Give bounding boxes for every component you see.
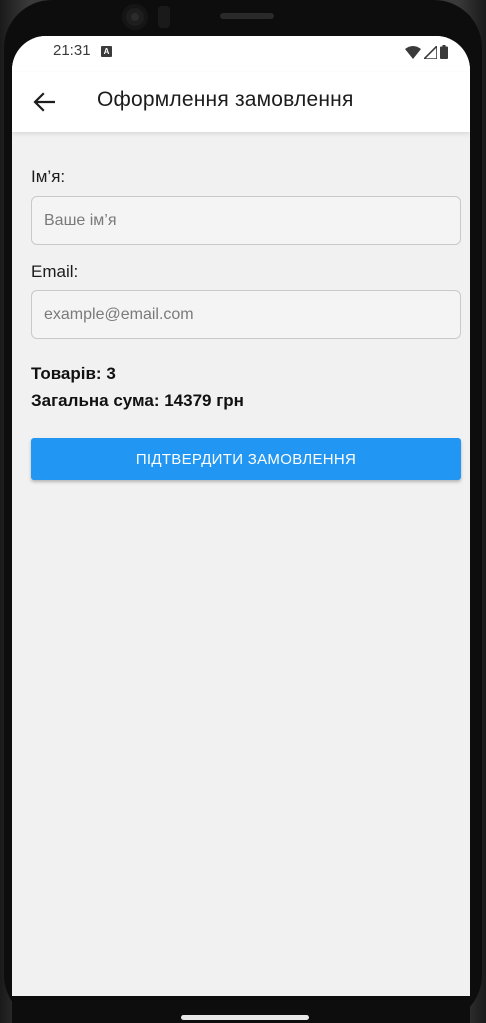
status-icons — [405, 44, 448, 60]
arrow-left-icon — [33, 92, 55, 112]
a-letter-icon: A — [101, 46, 112, 57]
device-frame: 21:31 A Оформлення замовлення Ім’я: Ваше… — [0, 0, 486, 1023]
total-sum: Загальна сума: 14379 грн — [31, 391, 244, 410]
email-label: Email: — [31, 262, 79, 281]
page-title: Оформлення замовлення — [97, 88, 354, 111]
sensor — [158, 6, 170, 28]
battery-icon — [440, 45, 448, 59]
email-field-container — [31, 290, 461, 339]
name-input[interactable] — [32, 197, 460, 244]
name-label: Ім’я: — [31, 167, 66, 186]
app-bar: Оформлення замовлення — [12, 72, 470, 132]
items-count: Товарів: 3 — [31, 364, 116, 383]
home-indicator[interactable] — [181, 1015, 309, 1020]
back-button[interactable] — [28, 86, 60, 118]
status-time: 21:31 — [53, 42, 91, 59]
wifi-icon — [405, 45, 421, 59]
confirm-order-button[interactable]: ПІДТВЕРДИТИ ЗАМОВЛЕННЯ — [31, 438, 461, 480]
name-field-container — [31, 196, 461, 245]
signal-icon — [424, 45, 437, 59]
speaker-grille — [220, 13, 274, 19]
email-input[interactable] — [32, 291, 460, 338]
screen: 21:31 A Оформлення замовлення Ім’я: Ваше… — [12, 36, 470, 996]
camera-icon — [122, 4, 148, 30]
status-bar: 21:31 A — [12, 36, 470, 72]
